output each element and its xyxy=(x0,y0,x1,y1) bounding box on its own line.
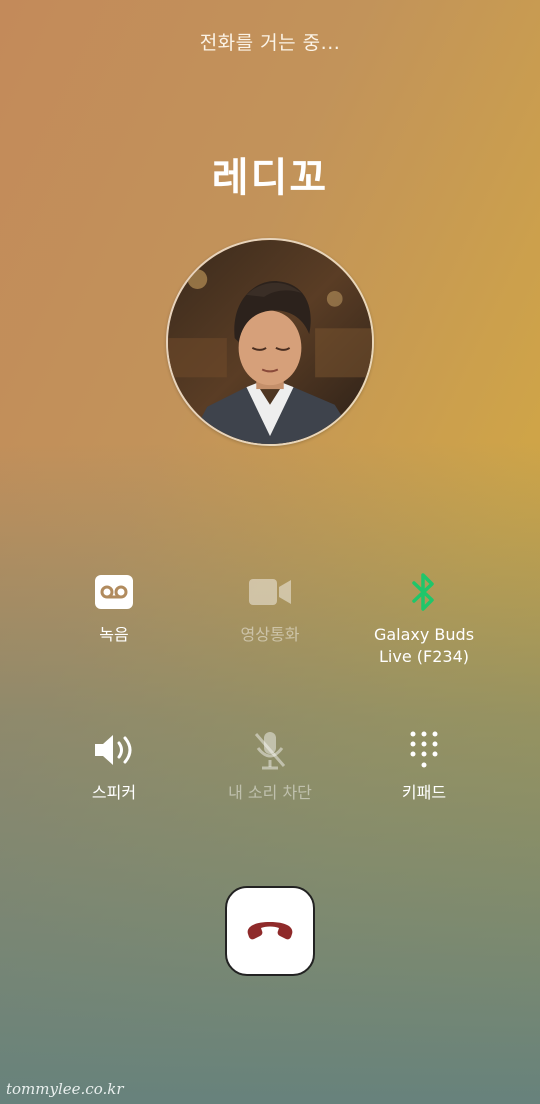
speaker-label: 스피커 xyxy=(91,783,137,802)
video-call-icon xyxy=(180,572,360,612)
keypad-icon xyxy=(334,730,514,770)
bluetooth-icon xyxy=(334,572,514,612)
mute-button[interactable]: 내 소리 차단 xyxy=(180,730,360,804)
mute-label: 내 소리 차단 xyxy=(228,783,312,802)
end-call-icon xyxy=(244,916,296,946)
video-call-button[interactable]: 영상통화 xyxy=(180,572,360,646)
end-call-button[interactable] xyxy=(225,886,315,976)
bluetooth-label: Galaxy Buds Live (F234) xyxy=(373,625,475,666)
watermark: tommylee.co.kr xyxy=(6,1080,124,1098)
record-label: 녹음 xyxy=(99,625,129,644)
bluetooth-button[interactable]: Galaxy Buds Live (F234) xyxy=(334,572,514,668)
keypad-label: 키패드 xyxy=(401,783,447,802)
call-status: 전화를 거는 중... xyxy=(199,32,341,54)
contact-avatar xyxy=(166,238,374,446)
record-button[interactable]: 녹음 xyxy=(24,572,204,646)
voicemail-icon xyxy=(24,572,204,612)
mute-mic-icon xyxy=(180,730,360,770)
video-call-label: 영상통화 xyxy=(240,625,300,644)
keypad-button[interactable]: 키패드 xyxy=(334,730,514,804)
speaker-icon xyxy=(24,730,204,770)
speaker-button[interactable]: 스피커 xyxy=(24,730,204,804)
contact-name: 레디꼬 xyxy=(211,155,329,201)
